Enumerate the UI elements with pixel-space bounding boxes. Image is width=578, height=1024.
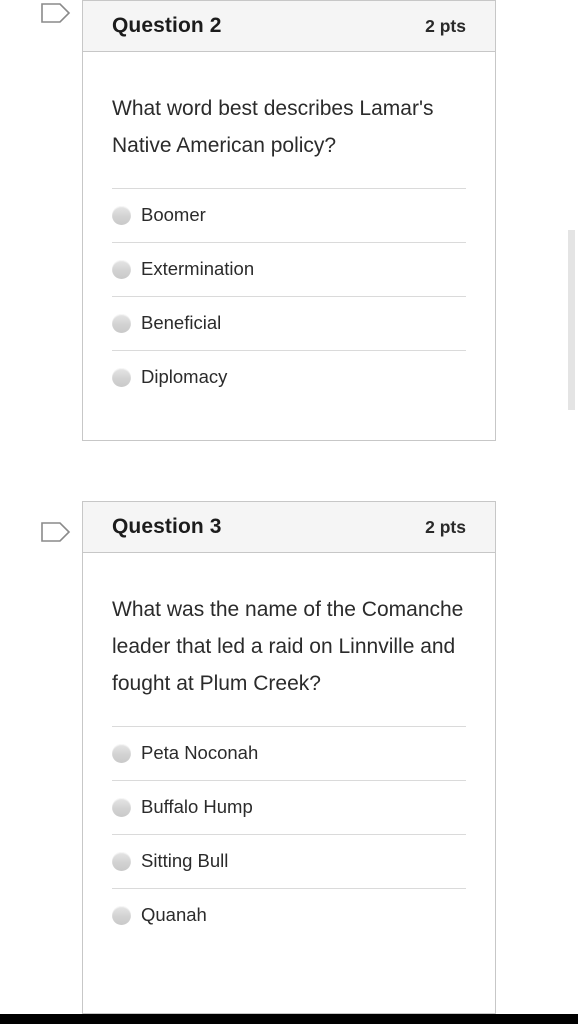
answer-option-label: Sitting Bull: [141, 850, 229, 872]
question-card: Question 3 2 pts What was the name of th…: [82, 501, 496, 1014]
answer-option[interactable]: Buffalo Hump: [112, 781, 466, 835]
question-block-3: Question 3 2 pts What was the name of th…: [0, 501, 578, 1014]
radio-button-icon[interactable]: [112, 206, 131, 225]
radio-button-icon[interactable]: [112, 314, 131, 333]
flag-tag-icon[interactable]: [40, 519, 72, 545]
answer-option-label: Boomer: [141, 204, 206, 226]
answer-option[interactable]: Sitting Bull: [112, 835, 466, 889]
bottom-bar: [0, 1014, 578, 1024]
question-title: Question 3: [112, 515, 222, 538]
answer-option-label: Buffalo Hump: [141, 796, 253, 818]
quiz-page: Question 2 2 pts What word best describe…: [0, 0, 578, 1014]
question-prompt: What word best describes Lamar's Native …: [112, 97, 434, 157]
radio-button-icon[interactable]: [112, 260, 131, 279]
radio-button-icon[interactable]: [112, 368, 131, 387]
radio-button-icon[interactable]: [112, 798, 131, 817]
question-card: Question 2 2 pts What word best describe…: [82, 0, 496, 441]
radio-button-icon[interactable]: [112, 852, 131, 871]
question-header: Question 3 2 pts: [83, 502, 495, 553]
answer-option-label: Beneficial: [141, 312, 222, 334]
scrollbar-track[interactable]: [568, 0, 578, 1014]
answer-option[interactable]: Diplomacy: [112, 351, 466, 404]
answer-option[interactable]: Beneficial: [112, 297, 466, 351]
answer-options-list: Boomer Extermination Beneficial Diplomac…: [112, 188, 466, 404]
answer-option[interactable]: Quanah: [112, 889, 466, 942]
answer-option-label: Diplomacy: [141, 366, 228, 388]
question-block-2: Question 2 2 pts What word best describe…: [0, 0, 578, 451]
answer-options-list: Peta Noconah Buffalo Hump Sitting Bull Q…: [112, 726, 466, 942]
scrollbar-thumb[interactable]: [568, 230, 575, 410]
flag-tag-icon[interactable]: [40, 0, 72, 26]
answer-option[interactable]: Boomer: [112, 189, 466, 243]
answer-option-label: Extermination: [141, 258, 255, 280]
radio-button-icon[interactable]: [112, 906, 131, 925]
answer-option[interactable]: Peta Noconah: [112, 727, 466, 781]
question-points: 2 pts: [425, 15, 466, 36]
radio-button-icon[interactable]: [112, 744, 131, 763]
answer-option-label: Peta Noconah: [141, 742, 259, 764]
question-body: What was the name of the Comanche leader…: [83, 553, 495, 942]
question-title: Question 2: [112, 14, 222, 37]
answer-option-label: Quanah: [141, 904, 207, 926]
question-body: What word best describes Lamar's Native …: [83, 52, 495, 404]
answer-option[interactable]: Extermination: [112, 243, 466, 297]
question-prompt: What was the name of the Comanche leader…: [112, 598, 464, 695]
question-points: 2 pts: [425, 516, 466, 537]
question-header: Question 2 2 pts: [83, 1, 495, 52]
